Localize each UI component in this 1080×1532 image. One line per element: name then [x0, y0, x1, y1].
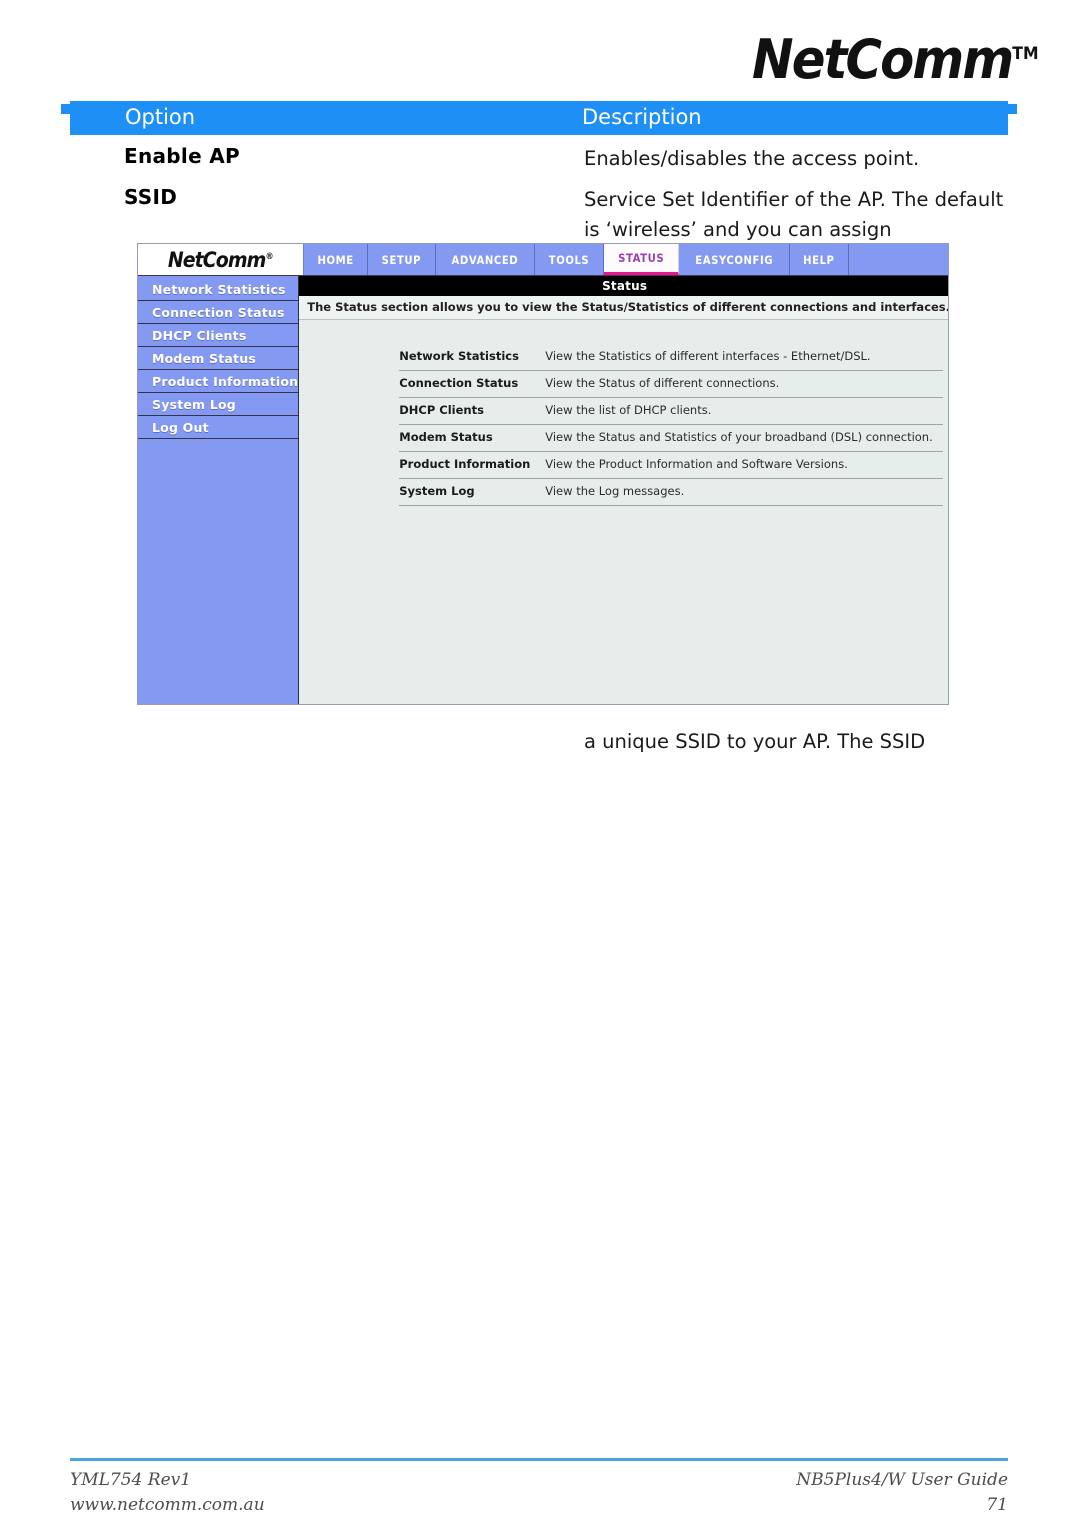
sidebar-item-dhcp-clients-label: DHCP Clients [152, 328, 247, 343]
footer-right-block: NB5Plus4/W User Guide 71 [796, 1468, 1008, 1518]
footer-guide-title: NB5Plus4/W User Guide [796, 1470, 1008, 1490]
sidebar-item-system-log[interactable]: System Log [138, 393, 299, 416]
panel-title: Status [299, 276, 948, 296]
sidebar-item-product-information-label: Product Information [152, 374, 299, 389]
table-row: Product Information View the Product Inf… [399, 451, 944, 479]
panel-description-area: Network Statistics View the Statistics o… [299, 320, 948, 704]
desc-value-product-information: View the Product Information and Softwar… [545, 451, 944, 479]
sidebar-item-product-information[interactable]: Product Information [138, 370, 299, 393]
panel-subtitle: The Status section allows you to view th… [299, 296, 948, 320]
router-nav-filler [848, 244, 948, 275]
router-brand-wordmark: NetComm [168, 247, 267, 272]
desc-value-connection-status: View the Status of different connections… [545, 370, 944, 398]
sidebar-item-dhcp-clients[interactable]: DHCP Clients [138, 324, 299, 347]
desc-key-network-statistics: Network Statistics [399, 344, 546, 371]
option-description-ssid: Service Set Identifier of the AP. The de… [584, 188, 1004, 241]
sidebar-item-network-statistics[interactable]: Network Statistics [138, 278, 299, 301]
router-tab-advanced-label: ADVANCED [451, 252, 519, 267]
sidebar-item-connection-status[interactable]: Connection Status [138, 301, 299, 324]
registered-mark-icon: ® [265, 251, 274, 262]
desc-key-product-information: Product Information [399, 451, 546, 479]
router-tab-status[interactable]: STATUS [603, 244, 679, 275]
column-header-option: Option [125, 105, 196, 129]
table-row: Connection Status View the Status of dif… [399, 370, 944, 398]
router-brand-logo: NetComm® [138, 244, 304, 275]
footer-website: www.netcomm.com.au [70, 1495, 265, 1515]
router-tab-home-label: HOME [317, 252, 354, 267]
header-notch-left [61, 104, 70, 114]
column-header-description: Description [582, 105, 702, 129]
router-sidebar: Network Statistics Connection Status DHC… [138, 276, 300, 704]
footer-divider [70, 1458, 1008, 1461]
netcomm-logo: NetCommTM [752, 24, 1039, 90]
desc-value-network-statistics: View the Statistics of different interfa… [545, 344, 944, 371]
sidebar-filler [138, 439, 299, 704]
option-term-ssid: SSID [124, 185, 178, 209]
router-tab-easyconfig[interactable]: EASYCONFIG [678, 244, 791, 275]
router-tab-easyconfig-label: EASYCONFIG [695, 252, 773, 267]
desc-key-system-log: System Log [399, 478, 546, 506]
router-tab-tools-label: TOOLS [548, 252, 589, 267]
router-admin-screenshot: NetComm® HOME SETUP ADVANCED TOOLS STATU… [137, 243, 949, 705]
sidebar-item-log-out-label: Log Out [152, 420, 209, 435]
desc-value-modem-status: View the Status and Statistics of your b… [545, 424, 944, 452]
option-term-enable-ap: Enable AP [124, 144, 240, 168]
router-tab-tools[interactable]: TOOLS [534, 244, 604, 275]
header-notch-right [1008, 104, 1017, 114]
panel-description-table: Network Statistics View the Statistics o… [399, 344, 944, 506]
option-description-ssid-continued: a unique SSID to your AP. The SSID [584, 730, 926, 753]
desc-value-system-log: View the Log messages. [545, 478, 944, 506]
sidebar-item-system-log-label: System Log [152, 397, 236, 412]
router-tab-setup-label: SETUP [381, 252, 422, 267]
desc-key-connection-status: Connection Status [399, 370, 546, 398]
router-tab-advanced[interactable]: ADVANCED [435, 244, 535, 275]
router-tab-status-label: STATUS [617, 251, 664, 265]
sidebar-item-network-statistics-label: Network Statistics [152, 282, 286, 297]
netcomm-logo-wordmark: NetComm [752, 28, 1014, 91]
router-tab-home[interactable]: HOME [304, 244, 369, 275]
router-tab-help-label: HELP [803, 252, 835, 267]
option-description-enable-ap: Enables/disables the access point. [584, 147, 920, 170]
desc-key-dhcp-clients: DHCP Clients [399, 397, 546, 425]
sidebar-item-log-out[interactable]: Log Out [138, 416, 299, 439]
footer-doc-code: YML754 Rev1 [70, 1470, 192, 1490]
table-header-bar: Option Description [61, 101, 1017, 135]
sidebar-item-connection-status-label: Connection Status [152, 305, 285, 320]
trademark-mark: TM [1012, 44, 1039, 64]
footer-page-number: 71 [986, 1495, 1008, 1515]
router-body: Network Statistics Connection Status DHC… [138, 276, 948, 704]
desc-key-modem-status: Modem Status [399, 424, 546, 452]
desc-value-dhcp-clients: View the list of DHCP clients. [545, 397, 944, 425]
table-row: DHCP Clients View the list of DHCP clien… [399, 397, 944, 425]
table-row: Modem Status View the Status and Statist… [399, 424, 944, 452]
table-row: Network Statistics View the Statistics o… [399, 344, 944, 371]
table-row: System Log View the Log messages. [399, 478, 944, 506]
router-main-panel: Status The Status section allows you to … [299, 276, 948, 704]
router-tab-help[interactable]: HELP [790, 244, 849, 275]
router-tab-setup[interactable]: SETUP [368, 244, 436, 275]
sidebar-item-modem-status[interactable]: Modem Status [138, 347, 299, 370]
footer-left-block: YML754 Rev1 www.netcomm.com.au [70, 1468, 265, 1518]
sidebar-item-modem-status-label: Modem Status [152, 351, 256, 366]
router-nav-bar: NetComm® HOME SETUP ADVANCED TOOLS STATU… [138, 244, 948, 276]
